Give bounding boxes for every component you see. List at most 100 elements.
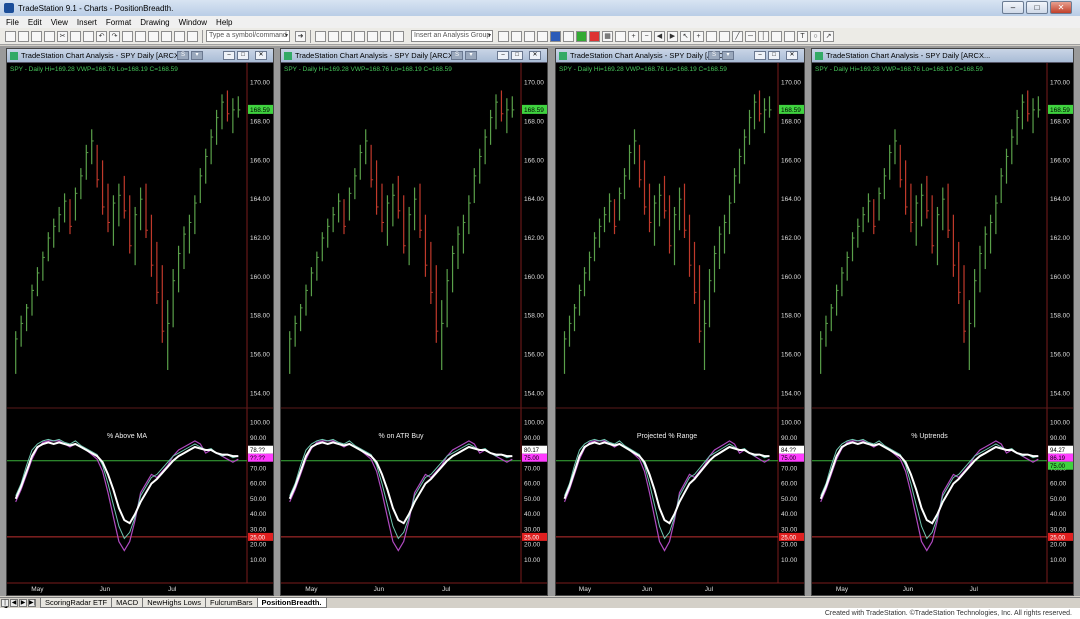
scroll-left-icon[interactable]: ◀: [654, 30, 665, 42]
dropdown-arrow-icon[interactable]: ▾: [285, 31, 288, 41]
alert-icon[interactable]: [380, 30, 391, 42]
cross-icon[interactable]: +: [693, 30, 704, 42]
minimize-button[interactable]: –: [1002, 1, 1024, 14]
new-icon[interactable]: [5, 30, 16, 42]
prev-tab-icon[interactable]: ◀: [10, 599, 18, 607]
chart-minimize-button[interactable]: –: [754, 51, 766, 60]
dropdown-arrow-icon[interactable]: ▾: [488, 31, 491, 41]
bell-icon[interactable]: [393, 30, 404, 42]
open-icon[interactable]: [18, 30, 29, 42]
menu-view[interactable]: View: [51, 18, 68, 27]
red-icon[interactable]: [589, 30, 600, 42]
chart-menu-button[interactable]: ▾: [722, 51, 734, 60]
scroll-right-icon[interactable]: ▶: [667, 30, 678, 42]
menu-format[interactable]: Format: [106, 18, 131, 27]
tab-newhighs-lows[interactable]: NewHighs Lows: [142, 598, 206, 608]
chart-window-3[interactable]: TradeStation Chart Analysis - SPY Daily …: [555, 48, 805, 596]
first-tab-icon[interactable]: |◀: [1, 599, 9, 612]
maximize-button[interactable]: □: [1026, 1, 1048, 14]
chart-maximize-button[interactable]: □: [511, 51, 523, 60]
green-icon[interactable]: [576, 30, 587, 42]
chart-plot-3[interactable]: SPY - Daily Hi=169.28 VWP=168.76 Lo=168.…: [556, 63, 804, 595]
menu-help[interactable]: Help: [216, 18, 232, 27]
window-icon[interactable]: [161, 30, 172, 42]
chart-maximize-button[interactable]: □: [768, 51, 780, 60]
indicator-icon[interactable]: [341, 30, 352, 42]
chart-menu-button[interactable]: ▾: [465, 51, 477, 60]
chart-menu-button[interactable]: ▾: [191, 51, 203, 60]
tab-fulcrumbars[interactable]: FulcrumBars: [204, 598, 258, 608]
last-tab-icon[interactable]: ▶|: [28, 599, 36, 607]
print-icon[interactable]: [44, 30, 55, 42]
chart-minimize-button[interactable]: –: [497, 51, 509, 60]
chart-close-button[interactable]: ✕: [529, 51, 541, 60]
bars-icon[interactable]: [524, 30, 535, 42]
go-icon[interactable]: ➜: [295, 30, 306, 42]
save-icon[interactable]: [31, 30, 42, 42]
horizontal-line-icon[interactable]: ─: [745, 30, 756, 42]
menu-window[interactable]: Window: [179, 18, 207, 27]
chart-window-1[interactable]: TradeStation Chart Analysis - SPY Daily …: [6, 48, 274, 596]
chart-type-icon[interactable]: [615, 30, 626, 42]
pointer-icon[interactable]: ↖: [680, 30, 691, 42]
vertical-line-icon[interactable]: │: [758, 30, 769, 42]
menu-edit[interactable]: Edit: [28, 18, 42, 27]
chart-minimize-button[interactable]: –: [223, 51, 235, 60]
layout-icon[interactable]: [148, 30, 159, 42]
candles-icon[interactable]: [537, 30, 548, 42]
cut-icon[interactable]: ✂: [57, 30, 68, 42]
style-button[interactable]: S: [451, 51, 463, 60]
style-button[interactable]: S: [708, 51, 720, 60]
trendline-icon[interactable]: ╱: [732, 30, 743, 42]
bluebar-icon[interactable]: [550, 30, 561, 42]
month-label: Jun: [100, 586, 111, 593]
lines-icon[interactable]: [511, 30, 522, 42]
hammer-icon[interactable]: [706, 30, 717, 42]
month-label: Jun: [642, 586, 653, 593]
text-icon[interactable]: T: [797, 30, 808, 42]
chart-close-button[interactable]: ✕: [786, 51, 798, 60]
scanner-icon[interactable]: [367, 30, 378, 42]
style-button[interactable]: S: [177, 51, 189, 60]
close-button[interactable]: ✕: [1050, 1, 1072, 14]
menu-file[interactable]: File: [6, 18, 19, 27]
chart-plot-4[interactable]: SPY - Daily Hi=169.28 VWP=168.76 Lo=168.…: [812, 63, 1073, 595]
fib-icon[interactable]: [784, 30, 795, 42]
format-icon[interactable]: [328, 30, 339, 42]
chart-plot-1[interactable]: SPY - Daily Hi=169.28 VWP=168.76 Lo=168.…: [7, 63, 273, 595]
zoom-in-icon[interactable]: +: [628, 30, 639, 42]
chart-window-2[interactable]: TradeStation Chart Analysis - SPY Daily …: [280, 48, 548, 596]
checker-icon[interactable]: ▦: [602, 30, 613, 42]
redo-icon[interactable]: ↷: [109, 30, 120, 42]
strategy-icon[interactable]: [354, 30, 365, 42]
copy-icon[interactable]: [70, 30, 81, 42]
zoom-out-icon[interactable]: −: [641, 30, 652, 42]
analysis-group-select[interactable]: Insert an Analysis Group ▾: [411, 30, 493, 42]
list-icon[interactable]: [174, 30, 185, 42]
ellipse-icon[interactable]: ○: [810, 30, 821, 42]
chart-maximize-button[interactable]: □: [237, 51, 249, 60]
chart-close-button[interactable]: ✕: [255, 51, 267, 60]
style-icon[interactable]: [315, 30, 326, 42]
menu-insert[interactable]: Insert: [77, 18, 97, 27]
tools-icon[interactable]: [719, 30, 730, 42]
table-icon[interactable]: [135, 30, 146, 42]
tab-scoringradar-etf[interactable]: ScoringRadar ETF: [40, 598, 113, 608]
tab-positionbreadth[interactable]: PositionBreadth.: [256, 598, 327, 608]
grid-icon[interactable]: [122, 30, 133, 42]
chart-window-4[interactable]: TradeStation Chart Analysis - SPY Daily …: [811, 48, 1074, 596]
paste-icon[interactable]: [83, 30, 94, 42]
chart-plot-2[interactable]: SPY - Daily Hi=169.28 VWP=168.76 Lo=168.…: [281, 63, 547, 595]
arrow-icon[interactable]: ↗: [823, 30, 834, 42]
menu-drawing[interactable]: Drawing: [140, 18, 169, 27]
symbol-input[interactable]: Type a symbol/command ▾: [206, 30, 290, 42]
window-title: TradeStation 9.1 - Charts - PositionBrea…: [18, 3, 174, 13]
points-icon[interactable]: [563, 30, 574, 42]
chart-icon[interactable]: [187, 30, 198, 42]
title-bar: TradeStation 9.1 - Charts - PositionBrea…: [0, 0, 1080, 16]
insert-icon[interactable]: [498, 30, 509, 42]
channel-icon[interactable]: [771, 30, 782, 42]
next-tab-icon[interactable]: ▶: [19, 599, 27, 607]
undo-icon[interactable]: ↶: [96, 30, 107, 42]
tab-macd[interactable]: MACD: [111, 598, 144, 608]
